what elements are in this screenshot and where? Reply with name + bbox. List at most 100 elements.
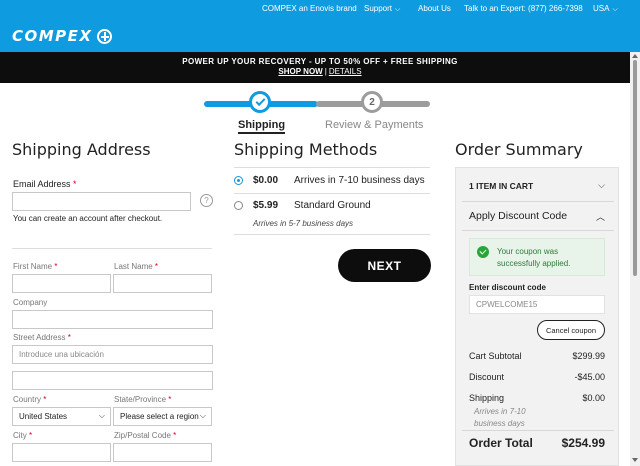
promo-links: SHOP NOW | DETAILS — [0, 67, 640, 76]
state-select[interactable]: Please select a region ⌵ — [113, 407, 212, 426]
zip-field[interactable] — [113, 443, 212, 462]
step-shipping-indicator — [249, 91, 271, 113]
next-button[interactable]: NEXT — [338, 249, 431, 282]
brand-link[interactable]: COMPEX an Enovis brand — [262, 4, 357, 13]
expert-phone-link[interactable]: Talk to an Expert: (877) 266-7398 — [464, 4, 583, 13]
required-mark: * — [43, 395, 47, 404]
email-label: Email Address * — [13, 179, 77, 189]
street-label-text: Street Address — [13, 333, 66, 342]
page-scrollbar[interactable] — [630, 52, 640, 466]
scrollbar-thumb[interactable] — [633, 60, 637, 276]
order-summary-title: Order Summary — [455, 140, 583, 159]
shipping-label: Shipping — [469, 393, 505, 403]
scroll-up-arrow-icon[interactable] — [632, 54, 638, 58]
site-header: COMPEX an Enovis brand Support ⌵ About Us… — [0, 0, 640, 52]
first-name-label: First Name * — [13, 262, 57, 271]
subtotal-label: Cart Subtotal — [469, 351, 522, 361]
shipping-value: $0.00 — [582, 393, 605, 403]
shipping-eta: Arrives in 7-10 business days — [474, 407, 526, 428]
summary-divider — [462, 230, 614, 231]
compex-logo[interactable]: COMPEX — [12, 27, 112, 45]
order-summary-panel: 1 ITEM IN CART ⌵ Apply Discount Code ︿ Y… — [455, 167, 619, 466]
required-mark: * — [67, 333, 71, 342]
support-menu[interactable]: Support ⌵ — [364, 4, 400, 14]
order-total-label: Order Total — [469, 436, 533, 450]
company-field[interactable] — [12, 310, 213, 329]
step-review-label: Review & Payments — [325, 119, 424, 131]
coupon-success-message: Your coupon was successfully applied. — [469, 238, 605, 276]
success-text: Your coupon was successfully applied. — [497, 247, 571, 268]
street-address-line2-field[interactable] — [12, 371, 213, 390]
street-label: Street Address * — [13, 333, 71, 342]
city-label-text: City — [13, 431, 27, 440]
promo-headline: POWER UP YOUR RECOVERY - UP TO 50% OFF +… — [182, 57, 458, 66]
summary-divider — [462, 201, 614, 202]
chevron-down-icon: ⌵ — [98, 411, 105, 420]
country-label: Country * — [13, 395, 46, 404]
state-label: State/Province * — [114, 395, 171, 404]
street-address-field[interactable]: Introduce una ubicación — [12, 345, 213, 364]
step-shipping-label[interactable]: Shipping — [238, 119, 286, 134]
form-divider — [12, 248, 212, 249]
country-select[interactable]: United States ⌵ — [12, 407, 111, 426]
city-label: City * — [13, 431, 32, 440]
email-field[interactable] — [12, 192, 191, 211]
shipping-methods-title: Shipping Methods — [234, 140, 378, 159]
promo-banner: POWER UP YOUR RECOVERY - UP TO 50% OFF +… — [0, 52, 640, 83]
chevron-down-icon: ⌵ — [199, 411, 206, 420]
scroll-down-arrow-icon[interactable] — [632, 458, 638, 462]
step-review-indicator: 2 — [361, 91, 383, 113]
cancel-coupon-button[interactable]: Cancel coupon — [537, 320, 605, 340]
promo-separator: | — [324, 67, 327, 76]
city-field[interactable] — [12, 443, 111, 462]
region-selector[interactable]: USA ⌵ — [593, 4, 618, 14]
email-label-text: Email Address — [13, 179, 71, 189]
shipping-option-price: $0.00 — [253, 175, 279, 186]
order-total-value: $254.99 — [561, 436, 605, 450]
shipping-option-name: Arrives in 7-10 business days — [294, 175, 425, 186]
shipping-option-name: Standard Ground — [294, 200, 371, 211]
company-label: Company — [13, 298, 48, 307]
account-note: You can create an account after checkout… — [13, 214, 163, 223]
chevron-down-icon: ⌵ — [612, 6, 618, 13]
help-icon[interactable]: ? — [200, 194, 213, 207]
last-name-field[interactable] — [113, 274, 212, 293]
state-value: Please select a region — [120, 412, 199, 421]
items-in-cart-toggle[interactable]: 1 ITEM IN CART — [469, 181, 533, 191]
shipping-option-eta: Arrives in 5-7 business days — [253, 219, 354, 228]
country-label-text: Country — [13, 395, 42, 404]
zip-label: Zip/Postal Code * — [114, 431, 176, 440]
chevron-up-icon[interactable]: ︿ — [596, 210, 605, 223]
shipping-option-free-radio[interactable] — [234, 176, 243, 185]
logo-text: COMPEX — [12, 27, 93, 45]
logo-cross-icon — [96, 28, 112, 44]
first-name-field[interactable] — [12, 274, 111, 293]
discount-code-toggle[interactable]: Apply Discount Code — [469, 210, 567, 222]
shop-now-link[interactable]: SHOP NOW — [278, 67, 322, 76]
required-mark: * — [168, 395, 172, 404]
checkmark-icon — [255, 95, 265, 106]
first-name-label-text: First Name — [13, 262, 53, 271]
chevron-down-icon[interactable]: ⌵ — [598, 180, 605, 191]
methods-divider — [234, 167, 430, 168]
subtotal-value: $299.99 — [572, 351, 605, 361]
region-label: USA — [593, 4, 610, 13]
zip-label-text: Zip/Postal Code — [114, 431, 171, 440]
last-name-label: Last Name * — [114, 262, 158, 271]
summary-divider — [462, 430, 614, 431]
shipping-option-price: $5.99 — [253, 200, 279, 211]
discount-code-label: Enter discount code — [469, 283, 546, 292]
required-mark: * — [154, 262, 159, 271]
state-label-text: State/Province — [114, 395, 167, 404]
shipping-option-standard-radio[interactable] — [234, 201, 243, 210]
discount-value: -$45.00 — [574, 372, 605, 382]
shipping-address-title: Shipping Address — [12, 140, 151, 159]
checkout-progress: 2 Shipping Review & Payments — [204, 90, 430, 134]
discount-label: Discount — [469, 372, 505, 382]
discount-code-field[interactable]: CPWELCOME15 — [469, 295, 605, 314]
details-link[interactable]: DETAILS — [329, 67, 362, 76]
support-label: Support — [364, 4, 393, 13]
about-link[interactable]: About Us — [418, 4, 451, 13]
required-mark: * — [54, 262, 58, 271]
last-name-label-text: Last Name — [114, 262, 153, 271]
